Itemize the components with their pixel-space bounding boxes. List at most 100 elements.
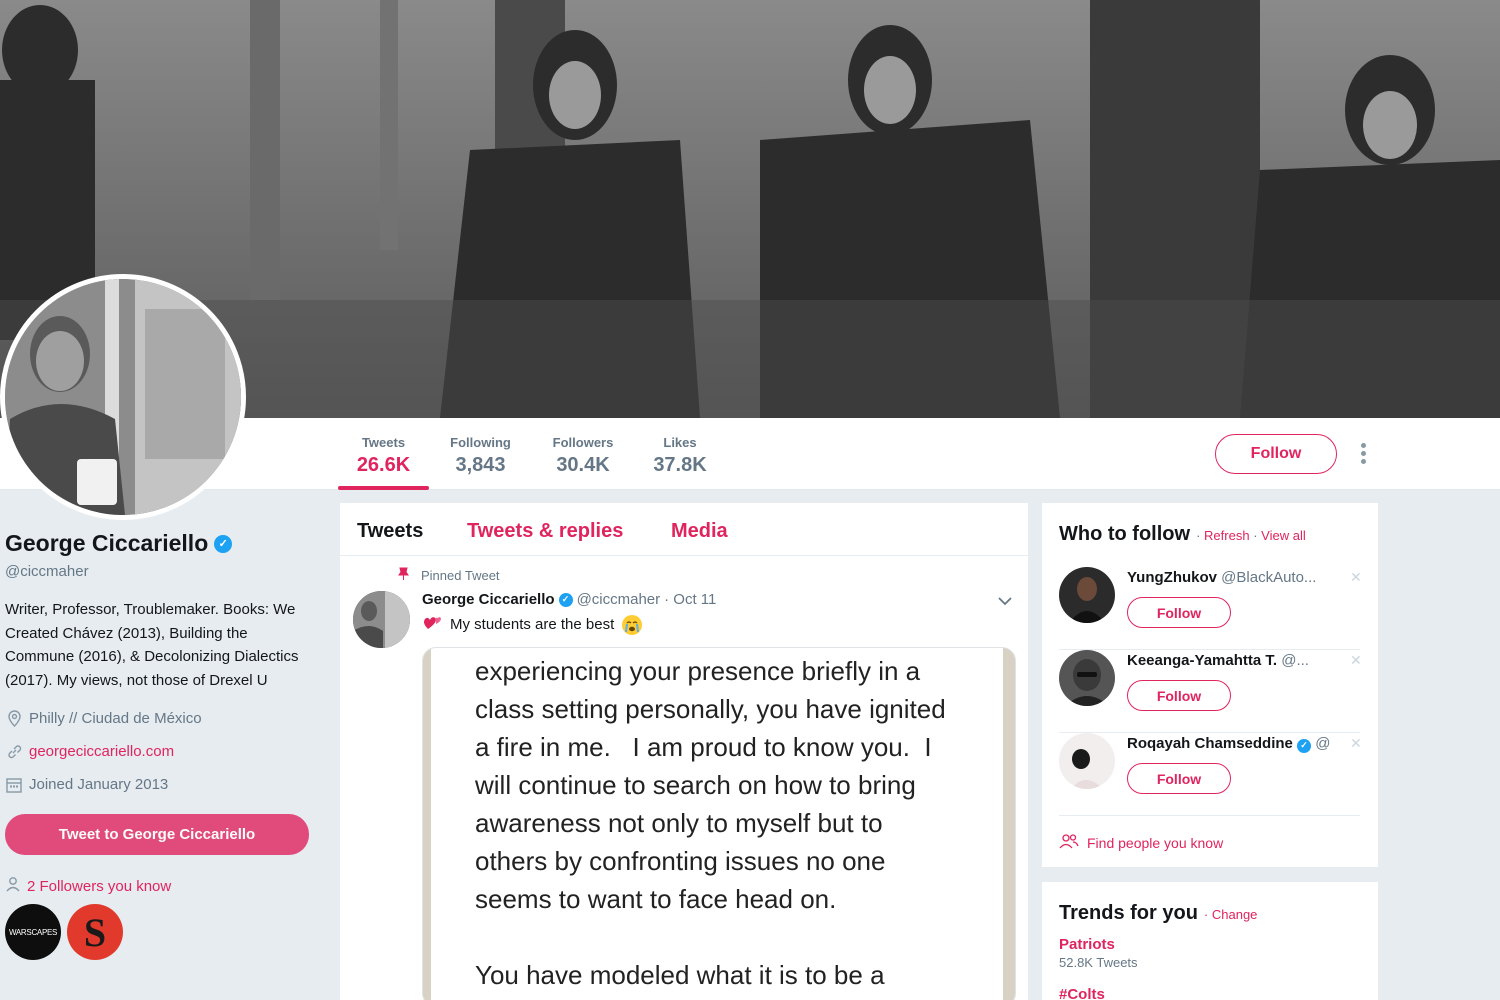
- view-all-link[interactable]: View all: [1261, 528, 1306, 543]
- profile-name: George Ciccariello: [5, 530, 209, 556]
- dismiss-icon[interactable]: ✕: [1350, 735, 1362, 752]
- profile-avatar[interactable]: [0, 274, 246, 520]
- profile-handle[interactable]: @ciccmaher: [5, 563, 315, 580]
- trends-title: Trends for you: [1059, 902, 1198, 924]
- verified-icon: ✓: [1297, 738, 1312, 753]
- profile-location: Philly // Ciudad de México: [5, 702, 315, 735]
- suggestion-follow-button[interactable]: Follow: [1127, 763, 1231, 794]
- calendar-icon: [5, 776, 23, 794]
- followers-you-know[interactable]: 2 Followers you know: [5, 876, 315, 896]
- tweet-date[interactable]: · Oct 11: [664, 591, 716, 608]
- stat-tweets-label: Tweets: [361, 435, 406, 450]
- stat-following[interactable]: Following 3,843: [440, 418, 521, 490]
- suggestion-item: Keeanga-Yamahtta T. @... ✕ Follow: [1059, 650, 1362, 733]
- profile-website: georgeciccariello.com: [5, 735, 315, 768]
- people-icon: [1059, 833, 1079, 852]
- pin-icon: [398, 567, 409, 583]
- stat-followers-label: Followers: [552, 435, 614, 450]
- timeline: Tweets Tweets & replies Media Pinned Twe…: [340, 503, 1028, 1000]
- suggestion-handle: @...: [1281, 652, 1309, 669]
- suggestion-avatar[interactable]: [1059, 733, 1115, 789]
- profile-joined-text: Joined January 2013: [29, 776, 169, 793]
- trends-change-text: Change: [1211, 907, 1258, 922]
- profile-joined: Joined January 2013: [5, 768, 315, 801]
- stat-likes-label: Likes: [663, 435, 697, 450]
- profile-website-link[interactable]: georgeciccariello.com: [29, 743, 174, 760]
- verified-icon: ✓: [558, 592, 573, 607]
- pinned-tweet-label: Pinned Tweet: [398, 567, 500, 583]
- refresh-link[interactable]: Refresh: [1204, 528, 1250, 543]
- stat-likes[interactable]: Likes 37.8K: [645, 418, 715, 490]
- stat-tweets-value: 26.6K: [356, 454, 411, 476]
- find-people-link[interactable]: Find people you know: [1059, 833, 1223, 852]
- profile-bio: Writer, Professor, Troublemaker. Books: …: [5, 601, 299, 689]
- tweet-author-avatar[interactable]: [353, 591, 410, 648]
- trend-name: #Colts: [1059, 986, 1105, 1000]
- tweet-image[interactable]: experiencing your presence briefly in a …: [422, 647, 1016, 1000]
- tweet-image-text: experiencing your presence briefly in a …: [475, 656, 946, 990]
- follow-button[interactable]: Follow: [1215, 434, 1337, 474]
- suggestion-item: Roqayah Chamseddine ✓ @ ✕ Follow: [1059, 733, 1362, 816]
- tweet-text: My students are the best: [422, 613, 643, 636]
- suggestion-handle: @: [1315, 735, 1331, 752]
- known-followers-list: WARSCAPES S: [5, 904, 315, 960]
- suggestion-avatar[interactable]: [1059, 567, 1115, 623]
- trends-change-link[interactable]: · Change: [1204, 907, 1258, 922]
- stat-following-label: Following: [450, 435, 511, 450]
- suggestion-name: YungZhukov: [1127, 569, 1217, 586]
- stat-followers-value: 30.4K: [556, 454, 610, 476]
- tweet-author-name[interactable]: George Ciccariello: [422, 591, 555, 608]
- tweet-image-page: experiencing your presence briefly in a …: [431, 648, 1003, 1000]
- suggestion-handle: @BlackAuto...: [1221, 569, 1317, 586]
- who-to-follow-links: · Refresh · View all: [1196, 528, 1306, 543]
- chevron-down-icon[interactable]: [995, 591, 1015, 611]
- suggestion-name: Roqayah Chamseddine: [1127, 735, 1293, 752]
- location-pin-icon: [5, 710, 23, 728]
- link-icon: [5, 743, 23, 761]
- suggestion-name-line[interactable]: Roqayah Chamseddine ✓ @: [1127, 735, 1353, 753]
- trend-name: Patriots: [1059, 936, 1115, 953]
- tab-tweets[interactable]: Tweets: [357, 520, 423, 543]
- verified-icon: ✓: [214, 534, 233, 553]
- profile-card: George Ciccariello ✓ @ciccmaher Writer, …: [5, 530, 315, 960]
- stat-following-value: 3,843: [455, 454, 506, 476]
- stat-followers[interactable]: Followers 30.4K: [543, 418, 623, 490]
- stat-tweets[interactable]: Tweets 26.6K: [338, 418, 429, 490]
- known-follower-avatar[interactable]: WARSCAPES: [5, 904, 61, 960]
- profile-name-row: George Ciccariello ✓: [5, 530, 315, 557]
- more-options-icon[interactable]: [1354, 440, 1372, 470]
- who-to-follow-header: Who to follow · Refresh · View all: [1059, 523, 1306, 546]
- tab-media[interactable]: Media: [671, 520, 728, 543]
- pinned-text: Pinned Tweet: [421, 567, 500, 583]
- trend-item[interactable]: #Colts: [1059, 986, 1105, 1000]
- suggestion-name: Keeanga-Yamahtta T.: [1127, 652, 1278, 669]
- suggestion-follow-button[interactable]: Follow: [1127, 597, 1231, 628]
- person-icon: [5, 876, 21, 896]
- tweet-header: George Ciccariello ✓ @ciccmaher · Oct 11: [422, 591, 716, 608]
- heart-icon: [422, 613, 442, 636]
- trend-count: 52.8K Tweets: [1059, 955, 1138, 970]
- suggestion-name-line[interactable]: Keeanga-Yamahtta T. @...: [1127, 652, 1353, 669]
- trends-header: Trends for you · Change: [1059, 902, 1257, 925]
- dismiss-icon[interactable]: ✕: [1350, 652, 1362, 669]
- trend-item[interactable]: Patriots 52.8K Tweets: [1059, 936, 1138, 970]
- who-to-follow: Who to follow · Refresh · View all YungZ…: [1042, 503, 1378, 867]
- suggestion-item: YungZhukov @BlackAuto... ✕ Follow: [1059, 567, 1362, 650]
- tweet-author-handle[interactable]: @ciccmaher: [577, 591, 661, 608]
- crying-face-icon: [622, 614, 643, 635]
- tweet-to-button[interactable]: Tweet to George Ciccariello: [5, 814, 309, 855]
- tweet-text-content: My students are the best: [450, 616, 615, 633]
- stat-likes-value: 37.8K: [653, 454, 707, 476]
- dismiss-icon[interactable]: ✕: [1350, 569, 1362, 586]
- who-to-follow-title: Who to follow: [1059, 523, 1191, 545]
- find-people-text: Find people you know: [1087, 834, 1224, 851]
- known-follower-avatar[interactable]: S: [67, 904, 123, 960]
- timeline-tabs: Tweets Tweets & replies Media: [340, 503, 1028, 556]
- tab-tweets-replies[interactable]: Tweets & replies: [467, 520, 623, 543]
- followers-you-know-text: 2 Followers you know: [27, 877, 172, 895]
- suggestion-avatar[interactable]: [1059, 650, 1115, 706]
- suggestion-follow-button[interactable]: Follow: [1127, 680, 1231, 711]
- trends-panel: Trends for you · Change Patriots 52.8K T…: [1042, 882, 1378, 1000]
- profile-location-text: Philly // Ciudad de México: [29, 710, 202, 727]
- suggestion-name-line[interactable]: YungZhukov @BlackAuto...: [1127, 569, 1353, 586]
